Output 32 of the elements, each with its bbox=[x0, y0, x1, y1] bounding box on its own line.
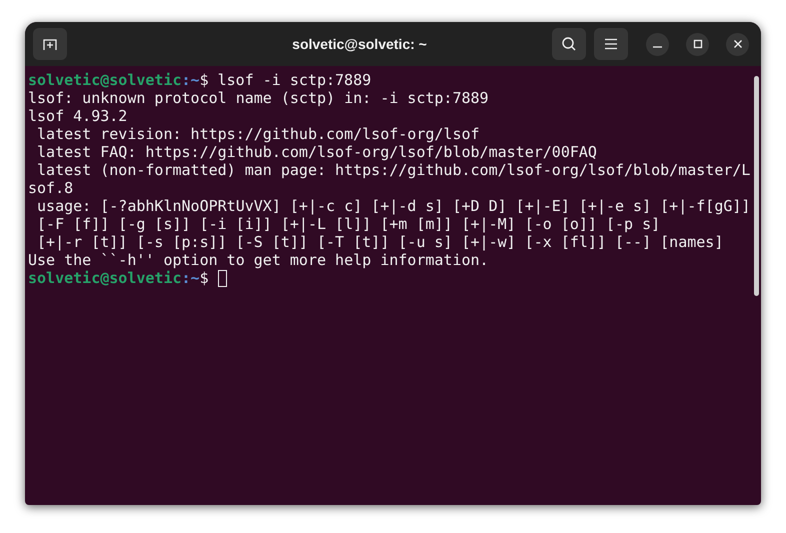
output-line: lsof 4.93.2 bbox=[28, 107, 128, 125]
prompt-user: solvetic@solvetic bbox=[28, 269, 182, 287]
minimize-button[interactable] bbox=[646, 32, 669, 56]
maximize-button[interactable] bbox=[686, 32, 709, 56]
minimize-icon bbox=[653, 46, 662, 48]
prompt-symbol: $ bbox=[200, 269, 209, 287]
text-cursor bbox=[218, 270, 227, 286]
output-line: lsof: unknown protocol name (sctp) in: -i sctp:7889 bbox=[28, 89, 489, 107]
output-line: Use the ``-h'' option to get more help information. bbox=[28, 251, 489, 269]
prompt-path: :~ bbox=[182, 71, 200, 89]
search-icon bbox=[561, 36, 577, 52]
new-tab-icon bbox=[42, 37, 58, 51]
menu-icon bbox=[604, 38, 618, 50]
output-line: latest revision: https://github.com/lsof-org/lsof bbox=[36, 125, 480, 143]
maximize-icon bbox=[692, 39, 702, 49]
output-line: latest FAQ: https://github.com/lsof-org/lsof/blob/master/00FAQ bbox=[36, 143, 597, 161]
prompt-path: :~ bbox=[182, 269, 200, 287]
output-line: usage: [-?abhKlnNoOPRtUvVX] [+|-c c] [+|-d s] [+D D] [+|-E] [+|-e s] [+|-f[gG]] bbox=[36, 197, 750, 215]
prompt-command: lsof -i sctp:7889 bbox=[218, 71, 372, 89]
output-line: sof.8 bbox=[28, 179, 74, 197]
prompt-symbol: $ bbox=[200, 71, 209, 89]
close-button[interactable] bbox=[726, 32, 749, 56]
search-button[interactable] bbox=[552, 28, 586, 60]
new-tab-button[interactable] bbox=[33, 28, 67, 60]
output-line: latest (non-formatted) man page: https://github.com/lsof-org/lsof/blob/master/L bbox=[36, 161, 750, 179]
menu-button[interactable] bbox=[594, 28, 628, 60]
prompt-user: solvetic@solvetic bbox=[28, 71, 182, 89]
output-line: [-F [f]] [-g [s]] [-i [i]] [+|-L [l]] [+m [m]] [+|-M] [-o [o]] [-p s] bbox=[36, 215, 660, 233]
scrollbar[interactable] bbox=[754, 76, 758, 296]
window-title: solvetic@solvetic: ~ bbox=[292, 34, 427, 54]
close-icon bbox=[732, 39, 742, 49]
output-line: [+|-r [t]] [-s [p:s]] [-S [t]] [-T [t]] [-u s] [+|-w] [-x [fl]] [--] [names] bbox=[36, 233, 724, 251]
